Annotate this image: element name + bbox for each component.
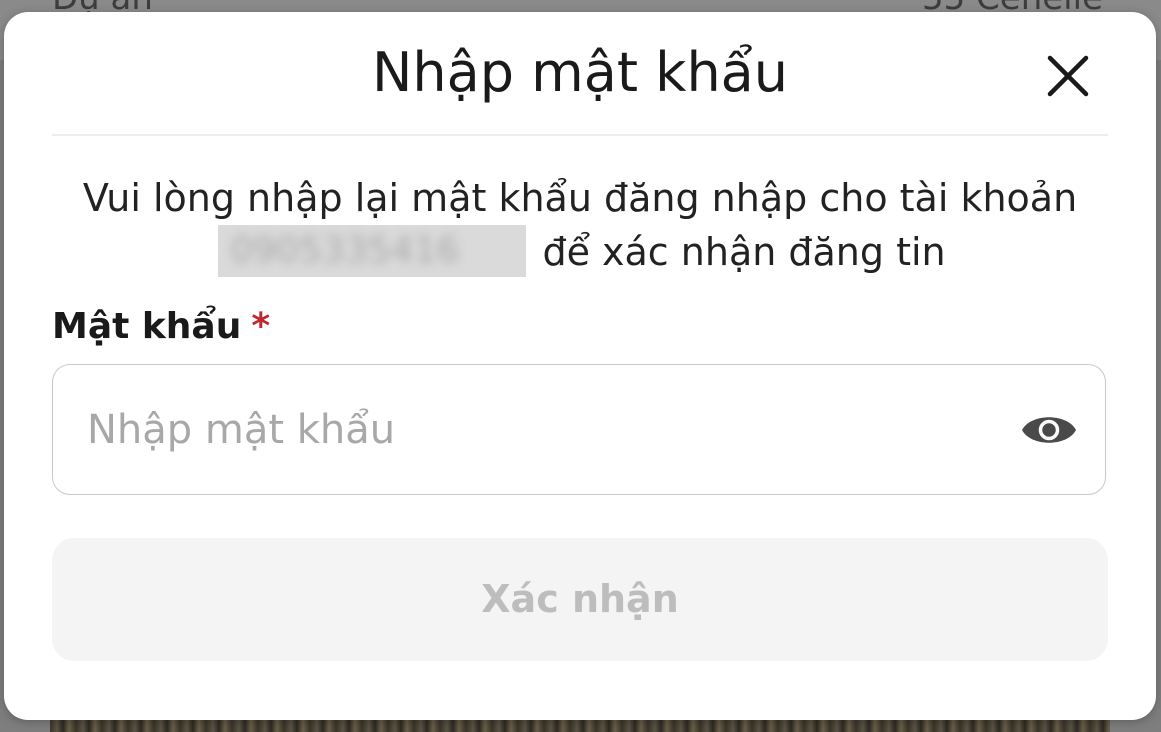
password-input[interactable] bbox=[87, 395, 987, 465]
message-text-after: để xác nhận đăng tin bbox=[542, 230, 946, 274]
password-label-text: Mật khẩu bbox=[52, 306, 242, 347]
header-divider bbox=[52, 134, 1108, 136]
message-text-before: Vui lòng nhập lại mật khẩu đăng nhập cho… bbox=[82, 176, 1078, 220]
password-dialog: Nhập mật khẩu Vui lòng nhập lại mật khẩu… bbox=[4, 12, 1156, 720]
confirmation-message: Vui lòng nhập lại mật khẩu đăng nhập cho… bbox=[52, 172, 1108, 279]
close-icon bbox=[1047, 55, 1089, 97]
required-indicator: * bbox=[251, 306, 271, 347]
password-field bbox=[52, 364, 1106, 495]
close-button[interactable] bbox=[1042, 50, 1094, 102]
password-label: Mật khẩu * bbox=[52, 305, 270, 349]
eye-icon bbox=[1022, 417, 1076, 443]
masked-account-digits: 0905335416 bbox=[230, 230, 460, 271]
show-password-toggle[interactable] bbox=[1019, 409, 1079, 451]
dialog-title: Nhập mật khẩu bbox=[372, 41, 788, 104]
masked-account-number: 0905335416 bbox=[218, 225, 527, 277]
confirm-button[interactable]: Xác nhận bbox=[52, 538, 1108, 661]
